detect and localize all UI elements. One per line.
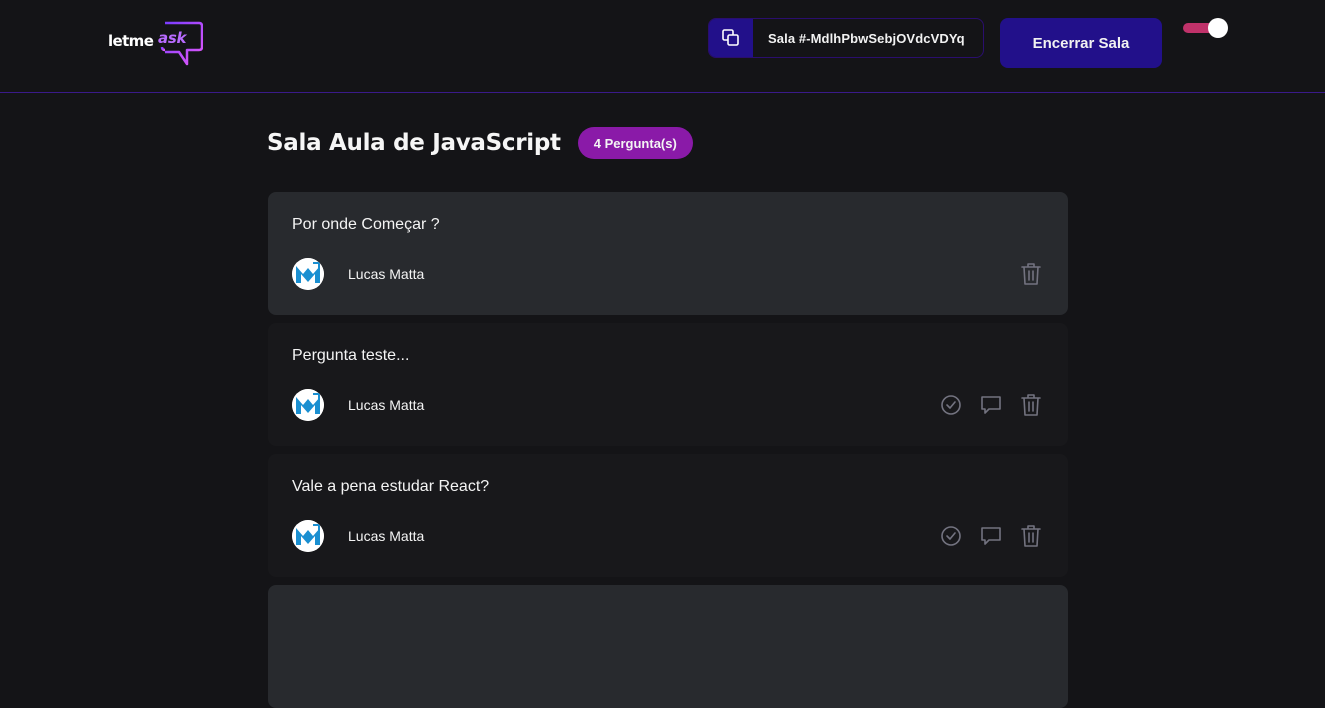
- top-header: letme ask Sala #-MdlhPbwSebjOVdcVDYq Enc…: [0, 0, 1325, 93]
- logo-text-letme: letme: [108, 32, 154, 50]
- question-text: Por onde Começar ?: [292, 216, 440, 233]
- avatar: [292, 520, 324, 552]
- copy-icon-box[interactable]: [709, 19, 753, 57]
- check-circle-icon: [941, 526, 961, 546]
- avatar-logo-icon: [292, 520, 324, 552]
- logo-text-ask: ask: [158, 29, 187, 47]
- room-title-row: Sala Aula de JavaScript 4 Pergunta(s): [267, 126, 693, 160]
- question-actions: [938, 523, 1044, 549]
- delete-question-button[interactable]: [1018, 523, 1044, 549]
- check-circle-icon: [941, 395, 961, 415]
- room-code-text: Sala #-MdlhPbwSebjOVdcVDYq: [768, 30, 965, 46]
- question-card: [268, 585, 1068, 708]
- close-room-button[interactable]: Encerrar Sala: [1000, 18, 1162, 68]
- delete-question-button[interactable]: [1018, 392, 1044, 418]
- author-name: Lucas Matta: [348, 266, 425, 282]
- avatar-logo-icon: [292, 389, 324, 421]
- question-actions: [938, 392, 1044, 418]
- question-author: Lucas Matta: [292, 520, 424, 552]
- author-name: Lucas Matta: [348, 528, 425, 544]
- chat-bubble-icon: [981, 396, 1001, 414]
- question-author: Lucas Matta: [292, 389, 424, 421]
- mark-answered-button[interactable]: [938, 523, 964, 549]
- highlight-question-button[interactable]: [978, 392, 1004, 418]
- author-name: Lucas Matta: [348, 397, 425, 413]
- trash-icon: [1021, 263, 1041, 285]
- question-card: Por onde Começar ? Lucas Matta: [268, 192, 1068, 315]
- avatar-logo-icon: [292, 258, 324, 290]
- question-author: Lucas Matta: [292, 258, 424, 290]
- theme-toggle[interactable]: [1183, 18, 1229, 38]
- page-title: Sala Aula de JavaScript: [267, 130, 561, 156]
- question-text: Vale a pena estudar React?: [292, 478, 490, 495]
- question-count-badge: 4 Pergunta(s): [577, 127, 693, 159]
- delete-question-button[interactable]: [1018, 261, 1044, 287]
- question-actions: [1018, 261, 1044, 287]
- question-text: Pergunta teste...: [292, 347, 410, 364]
- trash-icon: [1021, 525, 1041, 547]
- highlight-question-button[interactable]: [978, 523, 1004, 549]
- copy-icon: [722, 29, 739, 46]
- room-code-button[interactable]: Sala #-MdlhPbwSebjOVdcVDYq: [708, 18, 984, 58]
- chat-bubble-icon: [981, 527, 1001, 545]
- question-card: Vale a pena estudar React? Lucas Matta: [268, 454, 1068, 577]
- letmeask-logo[interactable]: letme ask: [106, 20, 206, 68]
- mark-answered-button[interactable]: [938, 392, 964, 418]
- question-card: Pergunta teste... Lucas Matta: [268, 323, 1068, 446]
- toggle-knob: [1208, 18, 1228, 38]
- avatar: [292, 258, 324, 290]
- avatar: [292, 389, 324, 421]
- trash-icon: [1021, 394, 1041, 416]
